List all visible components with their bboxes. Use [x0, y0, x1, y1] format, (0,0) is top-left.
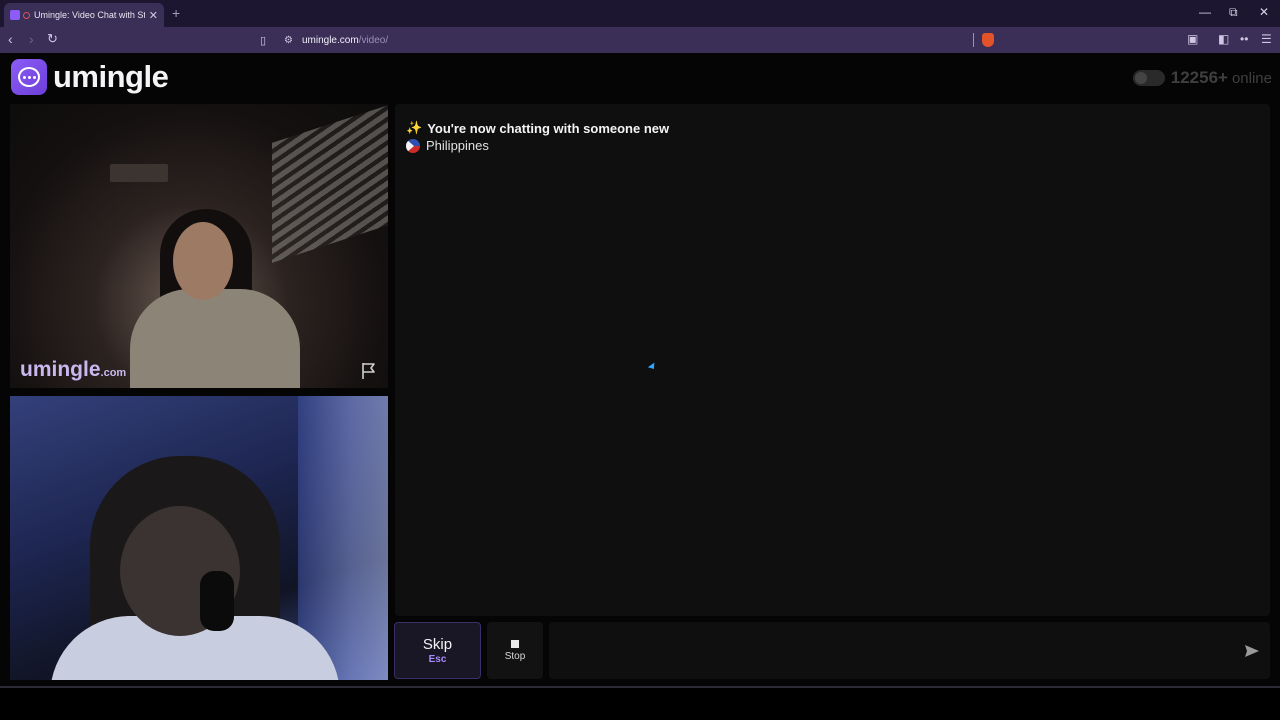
- recording-icon: [23, 11, 30, 19]
- stranger-face: [173, 222, 233, 300]
- watermark-suffix: .com: [100, 367, 127, 379]
- restore-button[interactable]: ⧉: [1229, 5, 1238, 20]
- close-window-button[interactable]: ✕: [1259, 5, 1269, 19]
- chat-message-input[interactable]: [549, 622, 1270, 679]
- connected-text: You're now chatting with someone new: [427, 120, 670, 136]
- page: umingle 12256+ online umingle.com ✨ You'…: [0, 53, 1280, 688]
- stop-button[interactable]: Stop: [487, 622, 543, 679]
- mouse-cursor-icon: [647, 362, 658, 372]
- stranger-body: [130, 289, 300, 388]
- minimize-button[interactable]: —: [1199, 5, 1211, 19]
- sidebar-icon[interactable]: ◧: [1218, 32, 1229, 46]
- country-text: Philippines: [426, 138, 489, 153]
- skip-button[interactable]: Skip Esc: [394, 622, 481, 679]
- report-flag-icon[interactable]: [358, 360, 380, 382]
- address-separator: [973, 33, 974, 47]
- stop-label: Stop: [504, 650, 526, 662]
- browser-tab[interactable]: Umingle: Video Chat with Stra ✕: [4, 3, 164, 27]
- online-count: 12256+: [1170, 68, 1228, 87]
- address-bar[interactable]: ▯ ⚙ umingle.com /video/: [254, 30, 1000, 50]
- stop-icon: [511, 639, 519, 648]
- bottom-strip: [0, 688, 1280, 720]
- send-icon[interactable]: [1244, 644, 1260, 658]
- tab-close-icon[interactable]: ✕: [149, 9, 158, 22]
- system-message-connected: ✨ You're now chatting with someone new: [406, 120, 669, 136]
- sparkles-icon: ✨: [406, 120, 423, 135]
- url-path: /video/: [358, 34, 389, 46]
- site-settings-icon[interactable]: ⚙: [284, 35, 293, 46]
- video-watermark: umingle.com: [20, 358, 126, 382]
- wallet-icon[interactable]: ▣: [1187, 32, 1198, 46]
- watermark-main: umingle: [20, 358, 101, 381]
- forward-icon[interactable]: ›: [29, 31, 34, 47]
- skip-shortcut: Esc: [428, 654, 447, 665]
- reload-icon[interactable]: ↻: [47, 31, 58, 47]
- back-icon[interactable]: ‹: [8, 31, 13, 47]
- logo-text: umingle: [53, 59, 169, 94]
- theme-toggle[interactable]: [1132, 70, 1165, 86]
- new-tab-button[interactable]: +: [172, 5, 180, 21]
- url-host: umingle.com: [301, 34, 359, 46]
- online-indicator: 12256+ online: [1132, 68, 1272, 88]
- browser-tab-bar: Umingle: Video Chat with Stra ✕ + — ⧉ ✕: [0, 0, 1280, 27]
- stranger-video: umingle.com: [10, 104, 388, 388]
- window-blinds: [272, 105, 388, 263]
- air-conditioner: [110, 164, 168, 182]
- online-label: online: [1231, 69, 1272, 87]
- browser-toolbar: ‹ › ↻ ▯ ⚙ umingle.com /video/ ▣ ◧ •• ☰: [0, 27, 1280, 53]
- menu-icon[interactable]: ☰: [1261, 32, 1272, 46]
- vpn-icon[interactable]: ••: [1240, 32, 1248, 46]
- philippines-flag-icon: [406, 138, 420, 153]
- system-message-country: Philippines: [406, 138, 489, 153]
- chat-panel: ✨ You're now chatting with someone new P…: [395, 104, 1270, 616]
- logo[interactable]: umingle: [11, 59, 169, 95]
- self-video: [10, 396, 388, 680]
- brave-shields-icon[interactable]: [982, 33, 994, 47]
- bookmark-icon[interactable]: ▯: [260, 34, 270, 47]
- tab-title: Umingle: Video Chat with Stra: [34, 10, 145, 20]
- skip-label: Skip: [422, 636, 453, 653]
- chat-bubble-logo-icon: [11, 59, 47, 95]
- umingle-favicon-icon: [10, 10, 20, 20]
- microphone: [200, 571, 234, 631]
